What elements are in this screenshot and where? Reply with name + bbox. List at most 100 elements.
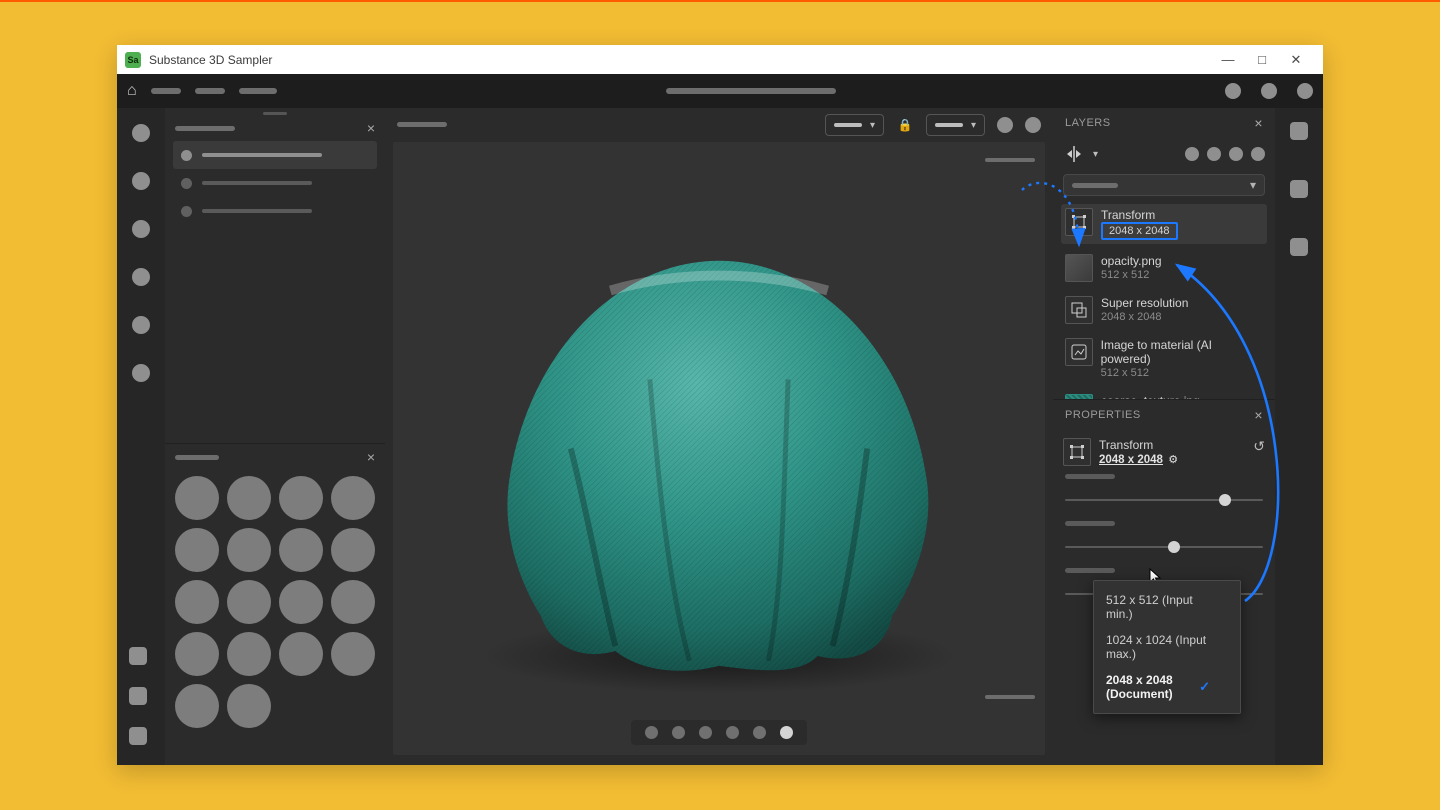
layer-item[interactable]: Super resolution 2048 x 2048: [1061, 292, 1267, 328]
material-swatch[interactable]: [175, 528, 219, 572]
toolbar-button[interactable]: [1225, 83, 1241, 99]
material-swatch[interactable]: [331, 528, 375, 572]
layer-action[interactable]: [1251, 147, 1265, 161]
list-item[interactable]: [173, 169, 377, 197]
material-swatch[interactable]: [227, 684, 271, 728]
layer-thumb: [1065, 254, 1093, 282]
maximize-button[interactable]: □: [1245, 53, 1279, 66]
rail-tool[interactable]: [132, 364, 150, 382]
list-item[interactable]: [173, 141, 377, 169]
slider-label: [1065, 521, 1115, 526]
view-dropdown[interactable]: ▾: [825, 114, 884, 136]
rail-tool[interactable]: [132, 316, 150, 334]
layer-item[interactable]: coarse_texture.jpg 512 x 512: [1061, 390, 1267, 399]
pager-dot[interactable]: [780, 726, 793, 739]
toolbar-button[interactable]: [1261, 83, 1277, 99]
transform-icon: [1065, 208, 1093, 236]
document-title-placeholder: [666, 88, 836, 94]
material-swatch[interactable]: [279, 632, 323, 676]
layer-action[interactable]: [1229, 147, 1243, 161]
resolution-option[interactable]: 512 x 512 (Input min.): [1094, 587, 1240, 627]
minimize-button[interactable]: —: [1211, 53, 1245, 66]
menu-item[interactable]: [195, 88, 225, 94]
pager-dot[interactable]: [645, 726, 658, 739]
rail-tool[interactable]: [1290, 180, 1308, 198]
material-swatch[interactable]: [279, 580, 323, 624]
material-swatch[interactable]: [175, 476, 219, 520]
toolbar-button[interactable]: [1297, 83, 1313, 99]
reset-icon[interactable]: ↺: [1253, 438, 1265, 455]
swatch-grid: [165, 470, 385, 734]
slider[interactable]: [1065, 546, 1263, 548]
material-swatch[interactable]: [227, 632, 271, 676]
right-tool-rail: [1275, 108, 1323, 765]
pager-dot[interactable]: [726, 726, 739, 739]
rail-tool[interactable]: [129, 727, 147, 745]
rail-tool[interactable]: [129, 647, 147, 665]
pager-dot[interactable]: [672, 726, 685, 739]
pager-dot[interactable]: [753, 726, 766, 739]
layer-action[interactable]: [1185, 147, 1199, 161]
rail-tool[interactable]: [132, 172, 150, 190]
rail-tool[interactable]: [1290, 122, 1308, 140]
slider-label: [1065, 568, 1115, 573]
compare-icon[interactable]: [1063, 143, 1085, 165]
transform-icon: [1063, 438, 1091, 466]
left-panel: × ×: [165, 108, 385, 765]
material-swatch[interactable]: [175, 684, 219, 728]
check-icon: ✓: [1199, 679, 1210, 695]
blend-dropdown[interactable]: ▾: [1063, 174, 1265, 196]
view-dropdown[interactable]: ▾: [926, 114, 985, 136]
material-swatch[interactable]: [331, 476, 375, 520]
resolution-link[interactable]: 2048 x 2048: [1099, 454, 1163, 466]
material-swatch[interactable]: [227, 476, 271, 520]
menu-item[interactable]: [239, 88, 277, 94]
material-swatch[interactable]: [227, 528, 271, 572]
rail-tool[interactable]: [132, 220, 150, 238]
panel-title-placeholder: [175, 126, 235, 131]
resolution-menu: 512 x 512 (Input min.) 1024 x 1024 (Inpu…: [1093, 580, 1241, 714]
resolution-option[interactable]: 2048 x 2048 (Document)✓: [1094, 667, 1240, 707]
viewport-button[interactable]: [997, 117, 1013, 133]
rail-tool[interactable]: [129, 687, 147, 705]
layers-panel-title: LAYERS: [1065, 117, 1111, 129]
layer-resolution: 512 x 512: [1101, 268, 1162, 282]
gear-icon[interactable]: ⚙: [1168, 454, 1178, 466]
layer-item[interactable]: opacity.png 512 x 512: [1061, 250, 1267, 286]
material-swatch[interactable]: [175, 632, 219, 676]
material-swatch[interactable]: [175, 580, 219, 624]
viewport-button[interactable]: [1025, 117, 1041, 133]
layer-name: Image to material (AI powered): [1101, 338, 1263, 366]
panel-title-placeholder: [175, 455, 219, 460]
close-icon[interactable]: ×: [1254, 115, 1263, 131]
layer-action[interactable]: [1207, 147, 1221, 161]
titlebar: Sa Substance 3D Sampler — □ ✕: [117, 45, 1323, 74]
rail-tool[interactable]: [132, 124, 150, 142]
material-swatch[interactable]: [331, 580, 375, 624]
viewport-canvas[interactable]: [393, 142, 1045, 755]
app-window: Sa Substance 3D Sampler — □ ✕ ⌂: [117, 45, 1323, 765]
list-item[interactable]: [173, 197, 377, 225]
material-swatch[interactable]: [279, 476, 323, 520]
menu-item[interactable]: [151, 88, 181, 94]
material-swatch[interactable]: [227, 580, 271, 624]
material-swatch[interactable]: [331, 632, 375, 676]
overlay-indicator: [985, 695, 1035, 699]
property-name: Transform: [1099, 438, 1178, 452]
layer-item-transform[interactable]: Transform 2048 x 2048: [1061, 204, 1267, 244]
close-icon[interactable]: ×: [367, 120, 375, 136]
pager-dot[interactable]: [699, 726, 712, 739]
material-swatch[interactable]: [279, 528, 323, 572]
resolution-option[interactable]: 1024 x 1024 (Input max.): [1094, 627, 1240, 667]
chevron-down-icon[interactable]: ▾: [1093, 149, 1098, 160]
layer-item[interactable]: Image to material (AI powered) 512 x 512: [1061, 334, 1267, 384]
slider[interactable]: [1065, 499, 1263, 501]
menubar: ⌂: [117, 74, 1323, 108]
close-icon[interactable]: ×: [1254, 407, 1263, 423]
close-icon[interactable]: ×: [367, 449, 375, 465]
rail-tool[interactable]: [132, 268, 150, 286]
rail-tool[interactable]: [1290, 238, 1308, 256]
close-button[interactable]: ✕: [1279, 53, 1313, 66]
lock-icon[interactable]: 🔒: [896, 118, 914, 132]
home-icon[interactable]: ⌂: [127, 82, 137, 100]
